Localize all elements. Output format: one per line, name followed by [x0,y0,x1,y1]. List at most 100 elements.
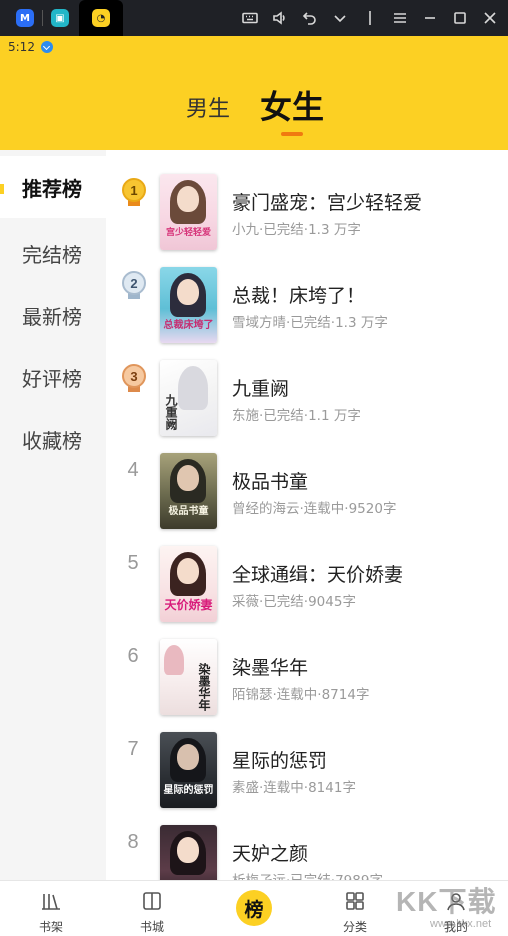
book-meta: 陌锦瑟·连载中·8714字 [232,687,370,703]
maximize-icon[interactable] [452,10,468,26]
book-cover[interactable]: 染墨华年 [160,639,217,715]
cover-title: 宫少轻轻爱 [165,228,211,238]
nav-label: 书城 [139,920,164,934]
book-cover[interactable]: 极品书童 [160,453,217,529]
sidebar-item-most-collected[interactable]: 收藏榜 [0,408,106,470]
emulator-title-bar: M ▣ ◔ [0,0,508,36]
nav-categories[interactable]: 分类 [325,881,385,936]
back-icon[interactable] [302,10,318,26]
book-meta: 曾经的海云·连载中·9520字 [232,501,397,517]
ranking-list: 1 宫少轻轻爱 豪门盛宠：宫少轻轻爱 小九·已完结·1.3 万字 2 总裁床垮了… [106,150,508,880]
rank-number: 6 [127,645,139,667]
book-row[interactable]: 1 宫少轻轻爱 豪门盛宠：宫少轻轻爱 小九·已完结·1.3 万字 [106,150,508,250]
book-meta: 素盛·连载中·8141字 [232,780,356,796]
book-cover[interactable]: 星际的惩罚 [160,732,217,808]
book-title[interactable]: 极品书童 [232,467,308,494]
book-title[interactable]: 总裁！床垮了！ [232,281,365,308]
app-tv-tab[interactable]: ▣ [45,0,75,36]
cover-figure [178,366,208,410]
book-cover[interactable]: 天价娇妻 [160,546,217,622]
tab-female[interactable]: 女生 [260,82,324,128]
silver-medal-icon: 2 [121,271,147,301]
sidebar-item-top-rated[interactable]: 好评榜 [0,346,106,408]
book-cover[interactable]: 总裁床垮了 [160,267,217,343]
keyboard-icon[interactable] [242,10,258,26]
app-reader-tab[interactable]: ◔ [79,0,123,36]
cover-face [177,279,199,305]
menu-icon[interactable] [392,10,408,26]
cover-title: 总裁床垮了 [163,320,214,331]
book-row[interactable]: 6 染墨华年 染墨华年 陌锦瑟·连载中·8714字 [106,615,508,715]
nav-label: 书架 [38,920,63,934]
book-cover[interactable] [160,825,217,880]
book-title[interactable]: 星际的惩罚 [232,746,327,773]
cover-face [177,744,199,770]
rank-number: 3 [122,364,146,388]
sidebar-item-recommended[interactable]: 推荐榜 [0,156,106,218]
sidebar-item-completed[interactable]: 完结榜 [0,222,106,284]
volume-icon[interactable] [272,10,288,26]
cover-face [177,837,199,863]
cover-face [177,186,199,212]
rank-number: 8 [127,831,139,853]
rank-number: 5 [127,552,139,574]
chevron-down-icon[interactable] [332,10,348,26]
separator-icon [369,11,371,25]
book-meta: 东施·已完结·1.1 万字 [232,408,361,424]
book-title[interactable]: 豪门盛宠：宫少轻轻爱 [232,188,422,215]
nav-label: 我的 [443,920,468,934]
book-row[interactable]: 2 总裁床垮了 总裁！床垮了！ 雪域方晴·已完结·1.3 万字 [106,243,508,343]
status-bar: 5:12 [0,36,508,58]
cover-title: 天价娇妻 [164,598,213,612]
cover-title: 九重阙 [164,394,178,430]
download-notification-icon [40,41,53,53]
book-title[interactable]: 九重阙 [232,374,289,401]
cover-title: 极品书童 [168,506,209,517]
bookshelf-icon [42,894,60,910]
nav-ranking-button[interactable]: 榜 [236,890,272,926]
book-meta: 小九·已完结·1.3 万字 [232,222,361,238]
tab-male[interactable]: 男生 [186,91,230,123]
book-title[interactable]: 天妒之颜 [232,839,308,866]
cover-title: 星际的惩罚 [163,785,214,796]
book-cover[interactable]: 宫少轻轻爱 [160,174,217,250]
nav-bookstore[interactable]: 书城 [122,881,182,936]
sidebar-item-newest[interactable]: 最新榜 [0,284,106,346]
cover-title: 染墨华年 [197,663,211,711]
app-switcher-m-icon: M [16,9,34,27]
app-tv-icon: ▣ [51,9,69,27]
cover-face [177,558,199,584]
tab-indicator [281,132,303,136]
rank-number: 2 [122,271,146,295]
tab-divider [42,10,43,26]
book-title[interactable]: 染墨华年 [232,653,308,680]
open-book-icon [143,892,161,910]
ranking-category-sidebar: 推荐榜 完结榜 最新榜 好评榜 收藏榜 [0,150,106,880]
cover-figure [164,645,184,675]
rank-number: 4 [127,459,139,481]
book-meta: 雪域方晴·已完结·1.3 万字 [232,315,388,331]
book-title[interactable]: 全球通缉：天价娇妻 [232,560,403,587]
app-switcher-m-tab[interactable]: M [10,0,40,36]
grid-icon [346,892,364,910]
nav-label: 分类 [342,920,367,934]
emulator-controls [242,0,498,36]
minimize-icon[interactable] [422,10,438,26]
book-row[interactable]: 5 天价娇妻 全球通缉：天价娇妻 采薇·已完结·9045字 [106,522,508,622]
bronze-medal-icon: 3 [121,364,147,394]
book-row[interactable]: 4 极品书童 极品书童 曾经的海云·连载中·9520字 [106,429,508,529]
book-meta: 析梅孑远·已完结·7989字 [232,869,383,880]
book-meta: 采薇·已完结·9045字 [232,594,356,610]
book-cover[interactable]: 九重阙 [160,360,217,436]
nav-bookshelf[interactable]: 书架 [21,881,81,936]
rank-number: 1 [122,178,146,202]
book-row[interactable]: 3 九重阙 九重阙 东施·已完结·1.1 万字 [106,336,508,436]
status-time: 5:12 [8,40,35,54]
nav-profile[interactable]: 我的 [426,881,486,936]
close-icon[interactable] [482,10,498,26]
book-row[interactable]: 7 星际的惩罚 星际的惩罚 素盛·连载中·8141字 [106,708,508,808]
app-reader-icon: ◔ [92,9,110,27]
gold-medal-icon: 1 [121,178,147,208]
book-row[interactable]: 8 天妒之颜 析梅孑远·已完结·7989字 [106,801,508,880]
cover-face [177,465,199,491]
